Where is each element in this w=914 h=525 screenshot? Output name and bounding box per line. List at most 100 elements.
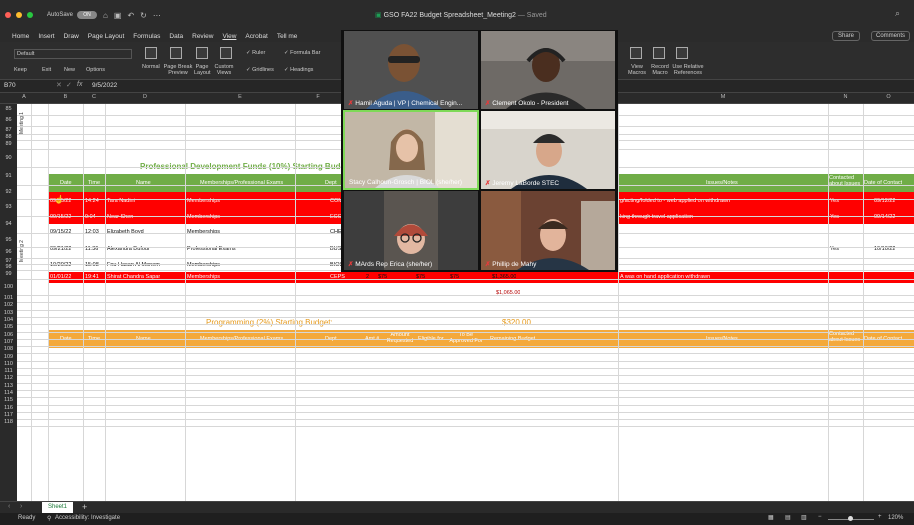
cell-date[interactable]: 09/15/22 [50,229,71,235]
formula-input[interactable]: 9/5/2022 [92,82,117,89]
tab-acrobat[interactable]: Acrobat [245,33,267,40]
page-break-icon[interactable] [170,47,182,59]
column-header-o[interactable]: O [863,94,914,100]
row-header[interactable]: 103 [0,310,17,316]
next-sheet-icon[interactable]: › [20,503,22,510]
tab-view[interactable]: View [222,33,236,40]
ruler-checkbox[interactable]: ✓ Ruler [246,50,265,56]
table-row[interactable] [48,272,914,283]
more-icon[interactable]: ⋯ [153,11,161,20]
page-layout-status-icon[interactable]: ▤ [785,514,791,521]
tab-insert[interactable]: Insert [38,33,54,40]
exit-button[interactable]: Exit [42,67,51,73]
tab-draw[interactable]: Draw [64,33,79,40]
row-header[interactable]: 89 [0,141,17,147]
cell-type[interactable]: Memberships [187,229,220,235]
comments-button[interactable]: Comments [870,31,910,41]
row-header[interactable]: 100 [0,284,17,290]
row-header[interactable]: 102 [0,302,17,308]
row-header[interactable]: 98 [0,264,17,270]
fx-icon[interactable]: fx [77,81,82,88]
row-header[interactable]: 96 [0,249,17,255]
custom-views-icon[interactable] [220,47,232,59]
save-icon[interactable]: ▣ [114,11,122,20]
row-header[interactable]: 90 [0,155,17,161]
tab-data[interactable]: Data [169,33,183,40]
video-call-overlay[interactable]: ✗ Hamil Aguda | VP | Chemical Engin... ✗… [341,30,618,272]
headings-checkbox[interactable]: ✓ Headings [284,67,313,73]
participant-tile-1[interactable]: ✗ Hamil Aguda | VP | Chemical Engin... [344,31,478,109]
search-icon[interactable]: ⌕ [895,8,900,19]
view-macros-label[interactable]: View Macros [628,64,646,76]
cancel-icon[interactable]: ✕ [56,81,62,89]
cell-time[interactable]: 12:03 [85,229,99,235]
row-header[interactable]: 91 [0,173,17,179]
row-header[interactable]: 111 [0,368,17,374]
minimize-window-button[interactable] [16,12,22,18]
tab-page-layout[interactable]: Page Layout [88,33,125,40]
custom-views-label[interactable]: Custom Views [214,64,234,76]
relative-references-label[interactable]: Use Relative References [672,64,704,76]
close-window-button[interactable] [5,12,11,18]
zoom-slider-thumb[interactable] [848,516,853,521]
row-header[interactable]: 108 [0,346,17,352]
share-button[interactable]: Share [831,31,860,41]
row-header[interactable]: 105 [0,324,17,330]
row-header[interactable]: 110 [0,361,17,367]
row-header[interactable]: 113 [0,383,17,389]
row-header[interactable]: 95 [0,237,17,243]
column-header-c[interactable]: C [83,94,105,100]
row-header[interactable]: 107 [0,339,17,345]
row-header[interactable]: 118 [0,419,17,425]
tab-formulas[interactable]: Formulas [133,33,160,40]
row-header[interactable]: 99 [0,271,17,277]
zoom-level[interactable]: 120% [888,515,903,521]
autosave-toggle[interactable]: ON [77,11,98,19]
tab-tell-me[interactable]: Tell me [277,33,298,40]
tab-home[interactable]: Home [12,33,29,40]
row-header[interactable]: 112 [0,375,17,381]
page-break-status-icon[interactable]: ▥ [801,514,807,521]
accessibility-icon[interactable]: ⚲ [47,515,51,522]
column-header-n[interactable]: N [828,94,863,100]
row-header[interactable]: 87 [0,127,17,133]
tab-review[interactable]: Review [192,33,213,40]
normal-view-status-icon[interactable]: ▦ [768,514,774,521]
page-break-label[interactable]: Page Break Preview [163,64,193,76]
page-layout-label[interactable]: Page Layout [194,64,211,76]
column-header-d[interactable]: D [105,94,185,100]
options-button[interactable]: Options [86,67,105,73]
record-macro-icon[interactable] [653,47,665,59]
column-header-e[interactable]: E [185,94,295,100]
row-header[interactable]: 101 [0,295,17,301]
accessibility-status[interactable]: Accessibility: Investigate [55,515,120,521]
home-icon[interactable]: ⌂ [103,11,108,20]
prev-sheet-icon[interactable]: ‹ [8,503,10,510]
row-header[interactable]: 106 [0,332,17,338]
row-header[interactable]: 114 [0,390,17,396]
row-header[interactable]: 93 [0,204,17,210]
column-header-a[interactable]: A [17,94,31,100]
new-button[interactable]: New [64,67,75,73]
participant-tile-5[interactable]: ✗ MArds Rep Erica (she/her) [344,191,478,270]
participant-tile-3[interactable]: Stacy Calhoun-Grosch | BIOL (she/her) [343,110,479,190]
formula-bar-checkbox[interactable]: ✓ Formula Bar [284,50,320,56]
keep-button[interactable]: Keep [14,67,27,73]
row-header[interactable]: 85 [0,106,17,112]
row-header[interactable]: 109 [0,354,17,360]
zoom-in-icon[interactable]: + [878,514,882,520]
row-header[interactable]: 94 [0,221,17,227]
name-box[interactable]: B70 [4,82,36,89]
normal-view-label[interactable]: Normal [142,64,160,70]
zoom-window-button[interactable] [27,12,33,18]
column-header-f[interactable]: F [295,94,341,100]
normal-view-icon[interactable] [145,47,157,59]
relative-references-icon[interactable] [676,47,688,59]
row-header[interactable]: 115 [0,397,17,403]
participant-tile-6[interactable]: ✗ Phillip de Mahy [481,191,615,270]
sheet-tab-sheet1[interactable]: Sheet1 [42,502,74,513]
cell-name[interactable]: Elizabeth Boyd [107,229,144,235]
zoom-out-icon[interactable]: − [818,514,822,520]
row-header[interactable]: 117 [0,412,17,418]
participant-tile-2[interactable]: ✗ Clement Okolo - President [481,31,615,109]
